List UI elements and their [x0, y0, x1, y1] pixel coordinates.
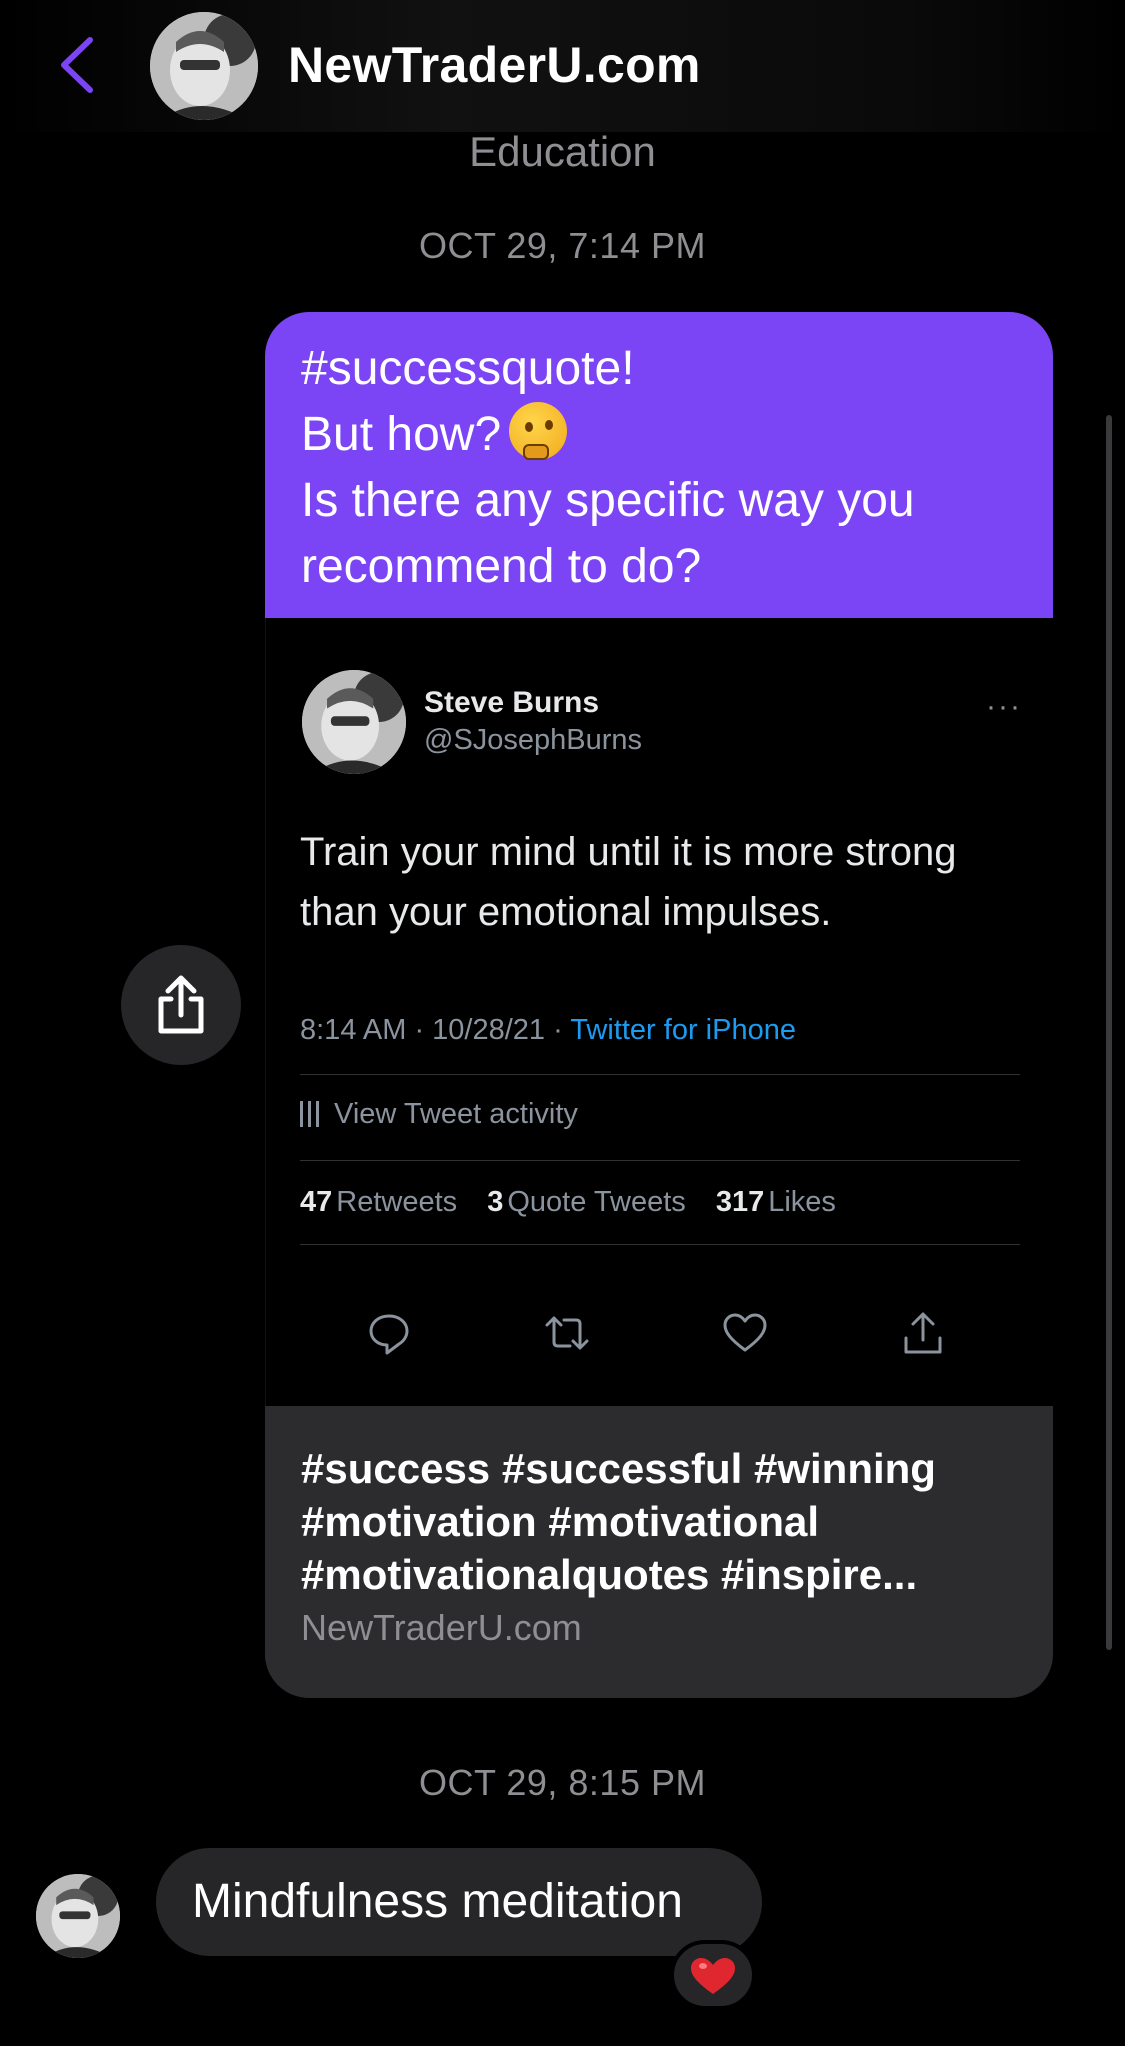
quote-label: Quote Tweets	[507, 1186, 686, 1218]
divider	[300, 1244, 1020, 1245]
bar-chart-icon	[300, 1101, 320, 1127]
likes-count: 317	[715, 1186, 765, 1218]
message-line: #successquote!	[301, 342, 635, 395]
scrollbar[interactable]	[1106, 415, 1112, 1650]
tweet-stats: 47 Retweets 3 Quote Tweets 317 Likes	[300, 1186, 836, 1219]
sent-message-bubble[interactable]: #successquote! But how? Is there any spe…	[265, 312, 1053, 1698]
retweets-label: Retweets	[336, 1186, 458, 1218]
tweet-activity-label: View Tweet activity	[334, 1098, 578, 1130]
timestamp: OCT 29, 8:15 PM	[419, 1762, 706, 1803]
message-line: recommend to do?	[301, 540, 702, 593]
tweet-meta: 8:14 AM · 10/28/21 · Twitter for iPhone	[300, 1014, 796, 1047]
heart-icon	[691, 1958, 735, 1994]
reply-icon	[369, 1314, 409, 1355]
tweet-author-name: Steve Burns	[424, 686, 600, 719]
chat-header: NewTraderU.com	[0, 0, 1125, 132]
retweets-count: 47	[300, 1186, 333, 1218]
like-icon	[723, 1313, 767, 1352]
link-preview-title-line: #success #successful #winning	[301, 1445, 936, 1492]
divider	[300, 1074, 1020, 1075]
timestamp: OCT 29, 7:14 PM	[419, 225, 706, 266]
received-message-bubble[interactable]: Mindfulness meditation	[156, 1848, 762, 1956]
thinking-face-icon	[509, 402, 568, 460]
chevron-left-icon[interactable]	[52, 32, 102, 98]
tweet-source: Twitter for iPhone	[570, 1014, 796, 1046]
share-button[interactable]	[121, 945, 241, 1065]
avatar[interactable]	[36, 1874, 120, 1958]
tweet-text: Train your mind until it is more strong …	[300, 830, 957, 934]
tweet-time-date: 8:14 AM · 10/28/21 ·	[300, 1014, 571, 1046]
link-preview-title-line: #motivationalquotes #inspire...	[301, 1551, 918, 1598]
message-line: Is there any specific way you	[301, 474, 915, 527]
quote-count: 3	[487, 1186, 504, 1218]
category-label: Education	[469, 128, 656, 175]
message-line-text: But how?	[301, 408, 502, 461]
avatar[interactable]	[150, 12, 258, 120]
more-icon: ···	[986, 690, 1022, 723]
reaction-badge[interactable]	[670, 1940, 756, 2010]
message-line: But how?	[301, 402, 1017, 468]
tweet-activity: View Tweet activity	[300, 1098, 578, 1131]
link-preview-title-line: #motivation #motivational	[301, 1498, 820, 1545]
link-preview[interactable]: #success #successful #winning #motivatio…	[265, 1406, 1053, 1698]
share-icon	[904, 1312, 942, 1354]
link-preview-title: #success #successful #winning #motivatio…	[301, 1442, 1017, 1601]
page-title[interactable]: NewTraderU.com	[288, 36, 701, 94]
divider	[300, 1160, 1020, 1161]
sent-message-text: #successquote! But how? Is there any spe…	[265, 312, 1053, 618]
tweet-author-handle: @SJosephBurns	[424, 724, 643, 756]
tweet-avatar	[302, 670, 406, 774]
link-preview-domain: NewTraderU.com	[301, 1607, 582, 1648]
retweet-icon	[545, 1316, 589, 1350]
likes-label: Likes	[768, 1186, 836, 1218]
share-icon	[158, 975, 204, 1034]
